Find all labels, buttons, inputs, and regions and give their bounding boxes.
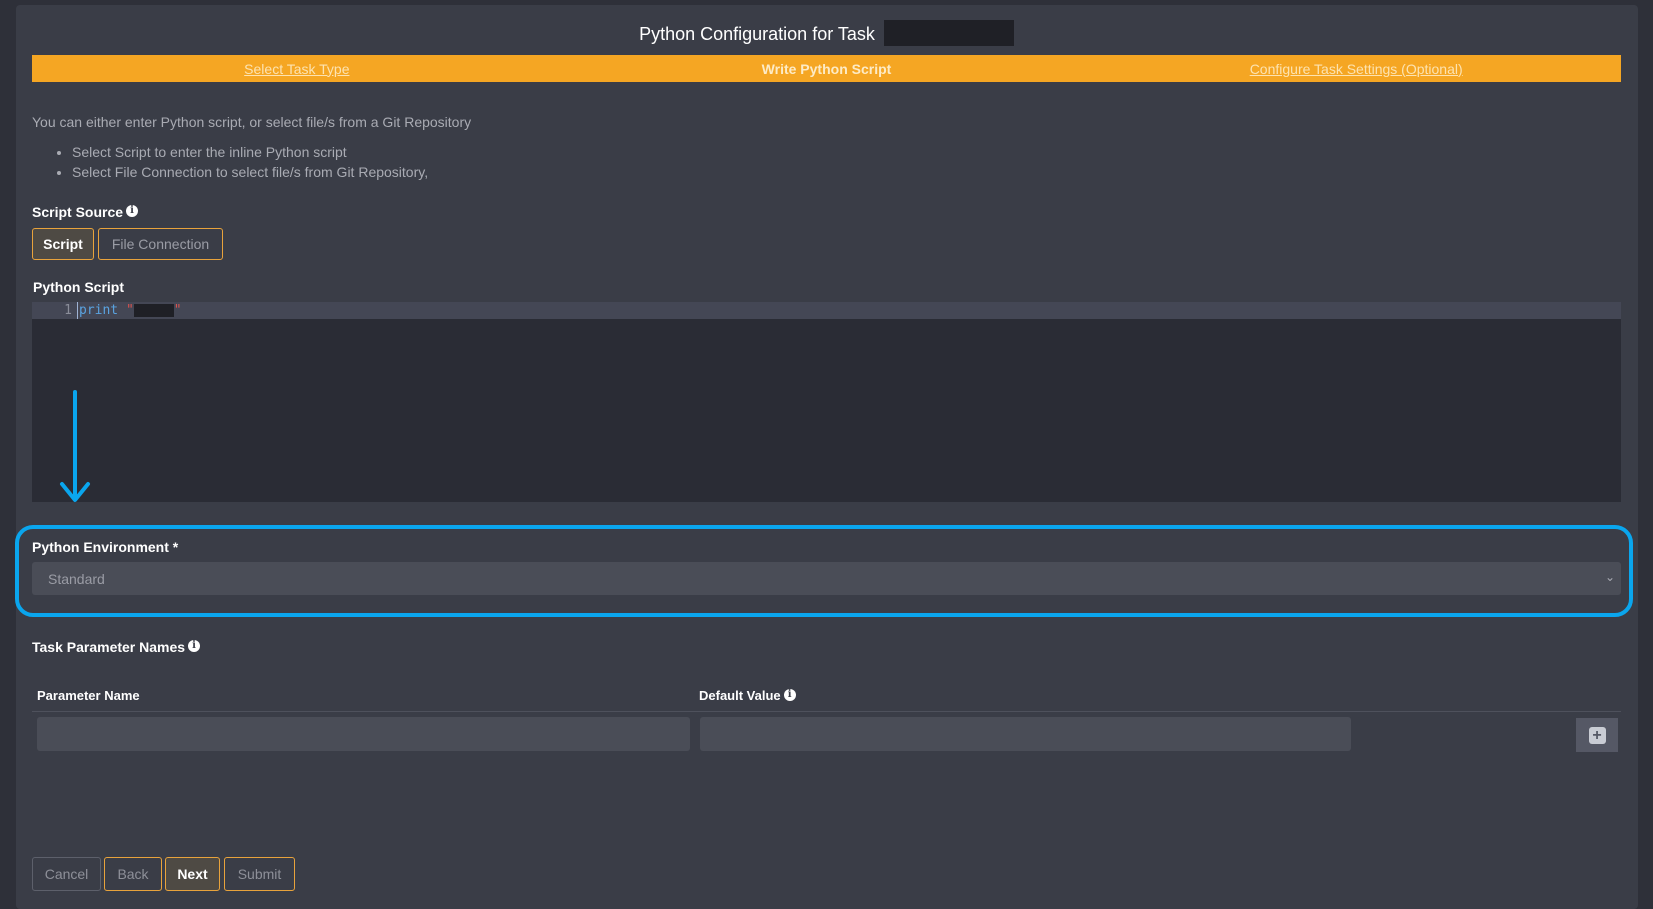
- step-select-task-type[interactable]: Select Task Type: [32, 61, 562, 77]
- intro-text: You can either enter Python script, or s…: [32, 114, 472, 130]
- column-header-default-value: Default Value i: [699, 688, 796, 703]
- code-editor[interactable]: 1 print " ": [32, 302, 1621, 502]
- script-option-button[interactable]: Script: [32, 228, 94, 260]
- column-header-parameter-name: Parameter Name: [37, 688, 140, 703]
- next-button[interactable]: Next: [165, 857, 220, 891]
- string-quote: ": [125, 303, 134, 318]
- redacted-task-name: [883, 20, 1014, 46]
- step-write-python-script: Write Python Script: [761, 60, 892, 77]
- task-parameter-names-text: Task Parameter Names: [32, 639, 186, 655]
- intro-bullet: Select File Connection to select file/s …: [72, 162, 428, 182]
- info-icon[interactable]: i: [126, 205, 139, 218]
- python-environment-select[interactable]: Standard ⌄: [32, 562, 1621, 595]
- info-icon[interactable]: i: [783, 688, 796, 701]
- plus-icon: +: [1588, 726, 1606, 744]
- python-environment-label: Python Environment *: [32, 539, 179, 555]
- file-connection-option-button[interactable]: File Connection: [98, 228, 223, 260]
- python-environment-value: Standard: [48, 570, 105, 587]
- python-script-label: Python Script: [33, 279, 125, 295]
- annotation-arrow-down-icon: [60, 390, 90, 502]
- cancel-button[interactable]: Cancel: [32, 857, 101, 891]
- submit-button[interactable]: Submit: [224, 857, 295, 891]
- script-source-label-text: Script Source: [32, 204, 124, 220]
- add-parameter-button[interactable]: +: [1576, 718, 1618, 752]
- back-button[interactable]: Back: [104, 857, 162, 891]
- table-header-divider: [32, 711, 1621, 712]
- default-value-input[interactable]: [700, 717, 1351, 751]
- redacted-string: [133, 304, 174, 317]
- line-number: 1: [64, 303, 72, 318]
- intro-bullet: Select Script to enter the inline Python…: [72, 142, 428, 162]
- chevron-down-icon: ⌄: [1604, 570, 1615, 584]
- info-icon[interactable]: i: [188, 640, 201, 653]
- task-parameter-names-label: Task Parameter Names i: [32, 639, 201, 655]
- page-title-text: Python Configuration for Task: [639, 23, 875, 44]
- string-quote: ": [173, 303, 182, 318]
- code-line: 1 print " ": [32, 302, 1621, 319]
- page-title: Python Configuration for Task: [0, 20, 1653, 48]
- default-value-text: Default Value: [699, 688, 781, 703]
- step-navigation: Select Task Type Write Python Script Con…: [32, 55, 1621, 82]
- code-text: print " ": [77, 302, 182, 319]
- intro-bullets: Select Script to enter the inline Python…: [52, 142, 428, 182]
- parameter-name-input[interactable]: [37, 717, 690, 751]
- code-keyword: print: [79, 303, 119, 318]
- step-configure-task-settings[interactable]: Configure Task Settings (Optional): [1091, 61, 1621, 77]
- script-source-label: Script Source i: [32, 204, 139, 220]
